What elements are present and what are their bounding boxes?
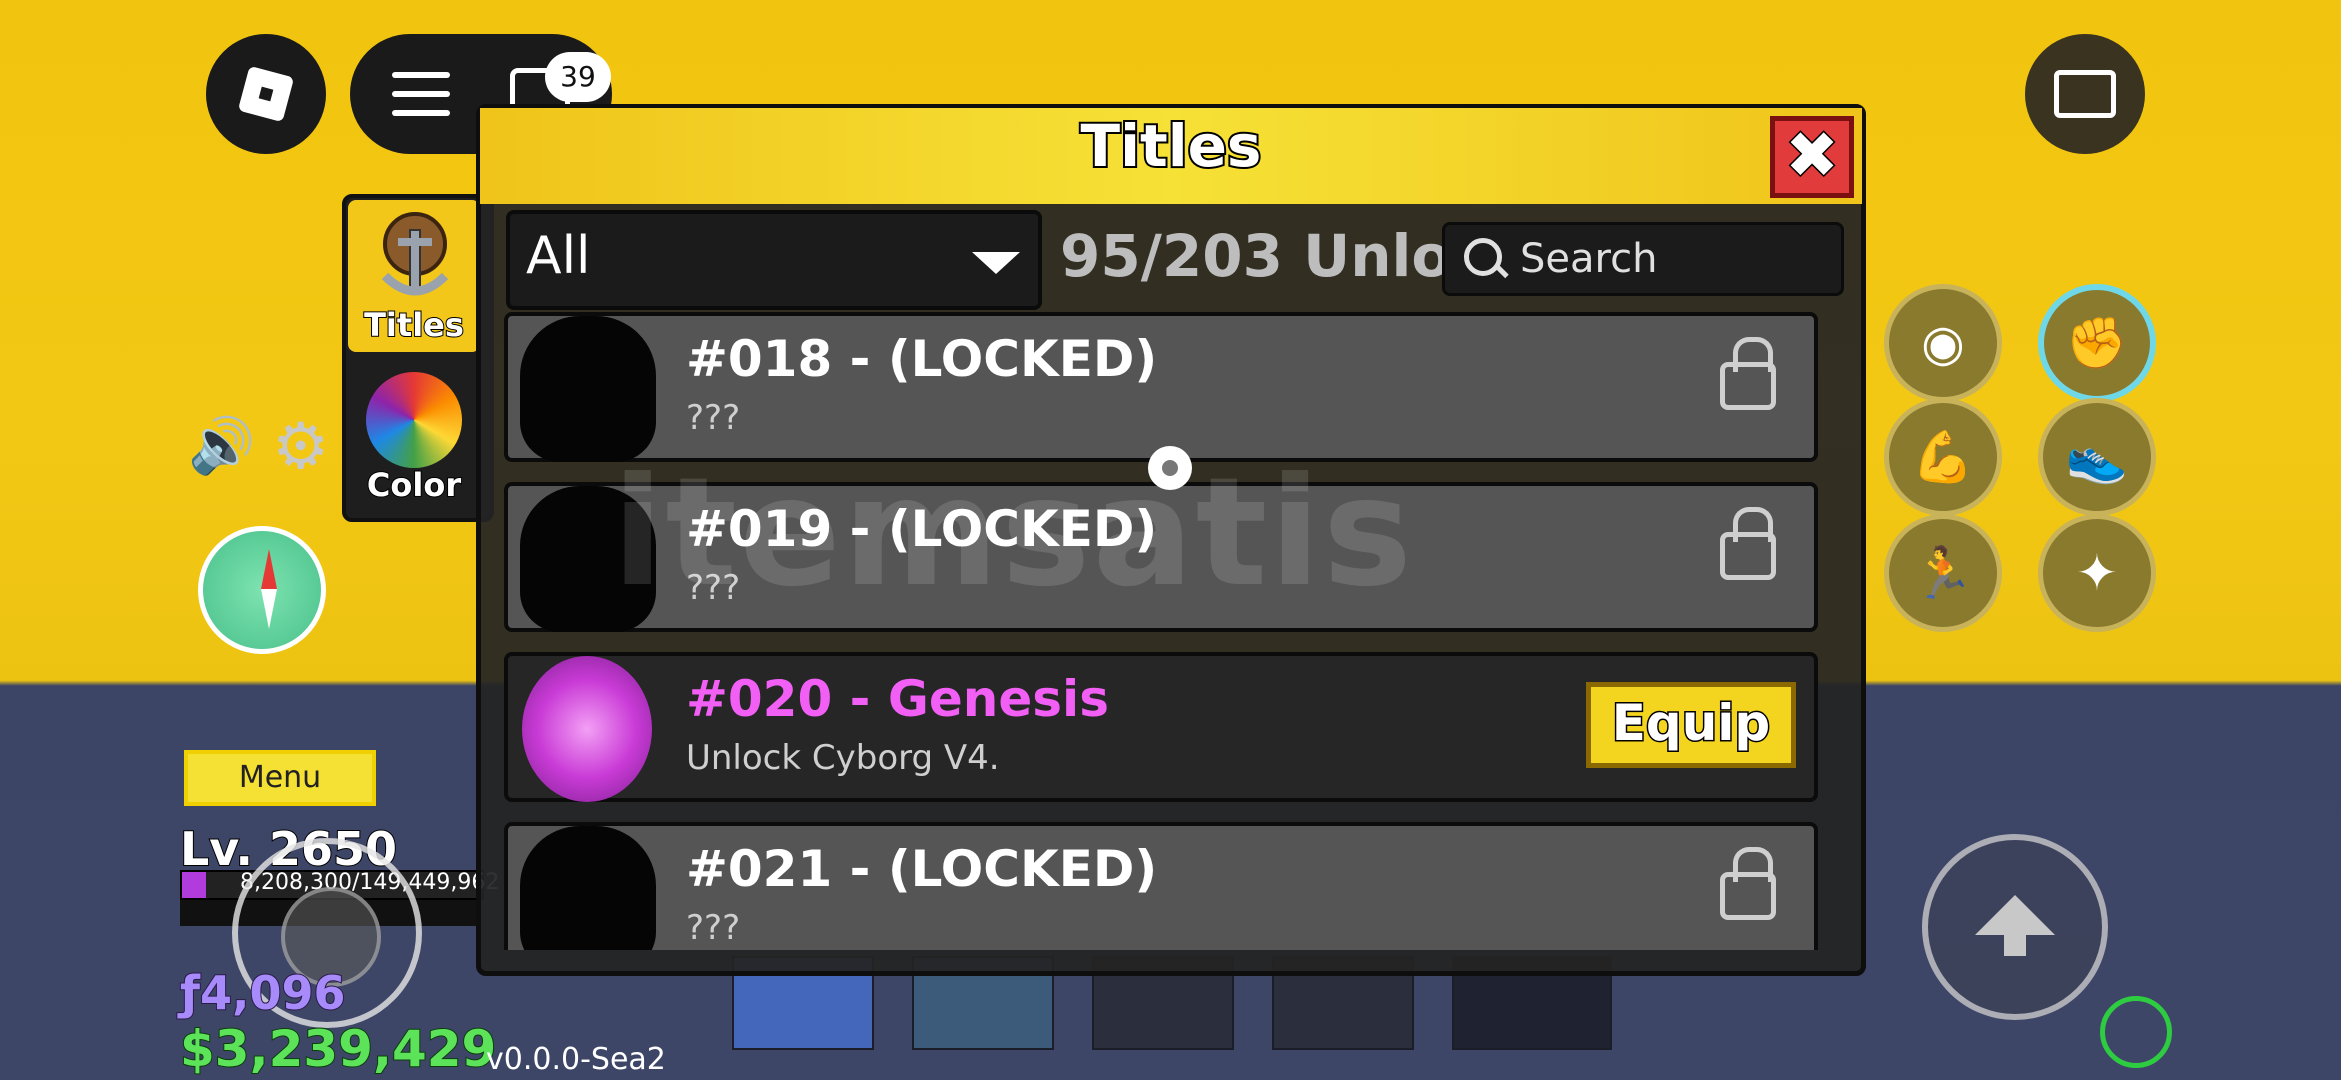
equip-button[interactable]: Equip xyxy=(1586,682,1796,768)
title-row[interactable]: #018 - (LOCKED) ??? xyxy=(504,312,1818,462)
cyborg-portrait-icon xyxy=(522,656,652,802)
observation-eye-icon[interactable]: ◉ xyxy=(1884,284,2002,402)
cursor-icon xyxy=(1148,446,1192,490)
title-row[interactable]: #020 - Genesis Unlock Cyborg V4. Equip xyxy=(504,652,1818,802)
search-icon xyxy=(1464,238,1502,276)
title-desc: ??? xyxy=(686,908,741,948)
watermark: itemsatis xyxy=(612,446,1415,620)
shift-lock-icon[interactable] xyxy=(2100,996,2172,1068)
hamburger-menu-icon[interactable] xyxy=(392,72,450,116)
chevron-down-icon xyxy=(972,252,1020,274)
anchor-icon xyxy=(370,210,460,310)
titles-list[interactable]: #018 - (LOCKED) ??? #019 - (LOCKED) ??? … xyxy=(500,308,1834,950)
title-desc: Unlock Cyborg V4. xyxy=(686,738,1000,778)
title-row[interactable]: #021 - (LOCKED) ??? xyxy=(504,822,1818,950)
lock-icon xyxy=(1720,507,1776,580)
dash-boot-icon[interactable]: 👟 xyxy=(2038,398,2156,516)
up-arrow-icon xyxy=(1975,895,2055,935)
panel-title: Titles xyxy=(1079,110,1264,182)
lock-icon xyxy=(1720,847,1776,920)
roblox-logo-icon xyxy=(237,65,295,123)
search-placeholder: Search xyxy=(1520,236,1658,282)
sprint-icon[interactable]: 🏃 xyxy=(1884,514,2002,632)
buso-haki-icon[interactable]: ✊ xyxy=(2038,284,2156,402)
tab-titles[interactable]: Titles xyxy=(348,200,480,352)
fragments-counter: ƒ4,096 xyxy=(179,965,347,1021)
menu-button[interactable]: Menu xyxy=(184,750,376,806)
speaker-icon[interactable]: 🔊 xyxy=(188,414,255,478)
backpack-window-button[interactable] xyxy=(2025,34,2145,154)
locked-silhouette-icon xyxy=(520,826,656,950)
chat-unread-badge: 39 xyxy=(545,52,611,102)
roblox-menu-button[interactable] xyxy=(206,34,326,154)
title-desc: ??? xyxy=(686,398,741,438)
tab-label: Color xyxy=(366,465,462,505)
tab-color[interactable]: Color xyxy=(348,360,480,506)
race-ability-icon[interactable]: ✦ xyxy=(2038,514,2156,632)
window-icon xyxy=(2054,70,2116,118)
jump-button[interactable] xyxy=(1922,834,2108,1020)
title-name: #021 - (LOCKED) xyxy=(686,840,1158,898)
lock-icon xyxy=(1720,337,1776,410)
close-button[interactable]: ✖ xyxy=(1770,116,1854,198)
gear-icon[interactable]: ⚙ xyxy=(272,410,329,484)
version-label: v0.0.0-Sea2 xyxy=(486,1042,666,1077)
title-name: #020 - Genesis xyxy=(686,670,1109,728)
filter-value: All xyxy=(526,226,591,286)
locked-silhouette-icon xyxy=(520,316,656,462)
melee-stat-icon[interactable]: 💪 xyxy=(1884,398,2002,516)
title-name: #018 - (LOCKED) xyxy=(686,330,1158,388)
compass-icon[interactable] xyxy=(198,526,326,654)
money-counter: $3,239,429 xyxy=(179,1019,497,1079)
color-wheel-icon xyxy=(366,372,462,468)
tab-label: Titles xyxy=(363,305,465,345)
